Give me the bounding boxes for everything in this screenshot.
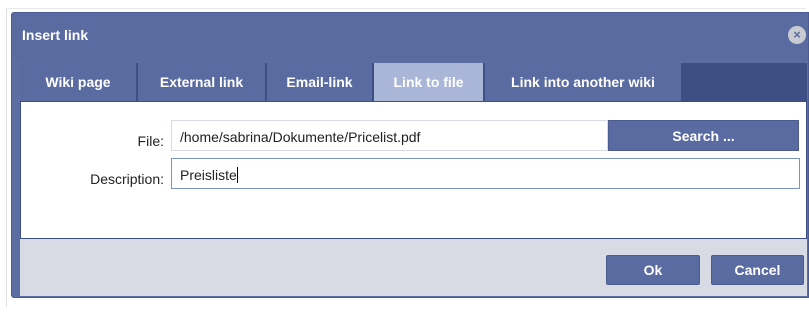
text-caret — [236, 167, 238, 183]
tab-wiki-page[interactable]: Wiki page — [20, 63, 138, 101]
tab-link-into-another-wiki[interactable]: Link into another wiki — [485, 63, 683, 101]
file-value: /home/sabrina/Dokumente/Pricelist.pdf — [180, 129, 421, 145]
file-field[interactable]: /home/sabrina/Dokumente/Pricelist.pdf — [171, 120, 608, 151]
tab-bar: Wiki page External link Email-link Link … — [20, 63, 807, 101]
ok-button[interactable]: Ok — [606, 255, 700, 285]
dialog-title: Insert link — [22, 27, 89, 43]
description-input[interactable]: Preisliste — [171, 158, 800, 189]
file-label: File: — [137, 133, 164, 149]
tab-content-panel: File: /home/sabrina/Dokumente/Pricelist.… — [20, 101, 807, 239]
close-icon[interactable]: × — [788, 26, 806, 44]
tab-external-link[interactable]: External link — [138, 63, 267, 101]
search-button[interactable]: Search ... — [608, 120, 799, 151]
cancel-button[interactable]: Cancel — [711, 255, 804, 285]
insert-link-dialog: Insert link × Wiki page External link Em… — [11, 12, 809, 298]
dialog-titlebar: Insert link × — [12, 13, 808, 59]
tab-link-to-file[interactable]: Link to file — [374, 63, 485, 101]
description-label: Description: — [90, 171, 164, 187]
dialog-footer: Ok Cancel — [20, 239, 807, 296]
description-value: Preisliste — [180, 167, 237, 183]
tab-email-link[interactable]: Email-link — [267, 63, 374, 101]
